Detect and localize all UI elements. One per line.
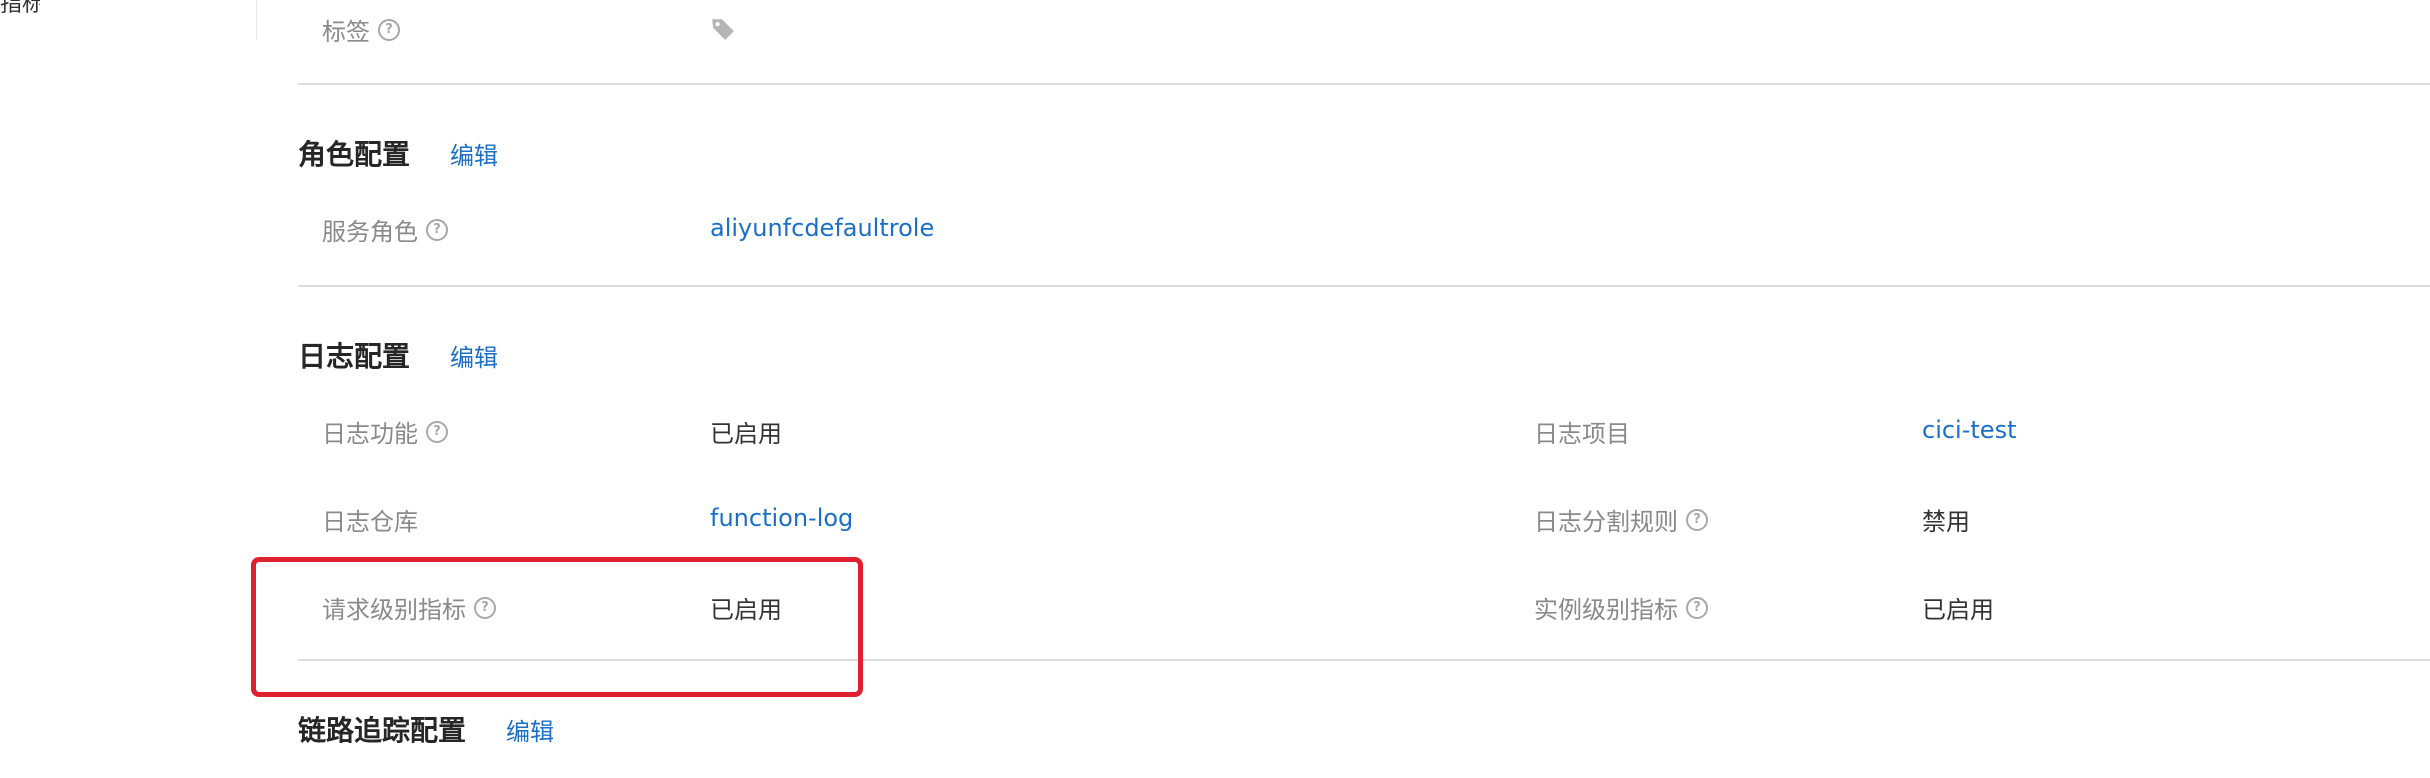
split-rule-label: 日志分割规则 [1534, 508, 1678, 536]
service-role-label: 服务角色 [322, 218, 418, 246]
service-role-link[interactable]: aliyunfcdefaultrole [710, 214, 934, 242]
log-config-edit-link[interactable]: 编辑 [450, 338, 498, 373]
log-project-link[interactable]: cici-test [1922, 416, 2016, 444]
log-feature-label-row: 日志功能 ? [322, 414, 448, 449]
log-feature-label: 日志功能 [322, 420, 418, 448]
log-config-title: 日志配置 [298, 340, 411, 373]
log-feature-value: 已启用 [710, 420, 782, 448]
logstore-label-row: 日志仓库 [322, 502, 418, 537]
tags-label: 标签 [322, 18, 370, 46]
help-icon[interactable]: ? [426, 420, 448, 443]
instance-metrics-label: 实例级别指标 [1534, 596, 1678, 624]
section-divider [298, 285, 2430, 287]
role-config-edit-link[interactable]: 编辑 [450, 136, 498, 171]
help-icon[interactable]: ? [426, 218, 448, 241]
sidebar-item-metrics[interactable]: 指标 [0, 0, 40, 18]
function-config-page: 指标 标签 ? 角色配置 编辑 服务角色 ? aliyunfcdefaultro… [0, 0, 2430, 778]
help-icon[interactable]: ? [378, 18, 400, 41]
help-icon[interactable]: ? [1686, 596, 1708, 619]
role-config-title: 角色配置 [298, 138, 411, 171]
logstore-link[interactable]: function-log [710, 504, 853, 532]
log-project-label-row: 日志项目 [1534, 414, 1630, 449]
service-role-label-row: 服务角色 ? [322, 212, 448, 247]
tracing-config-title: 链路追踪配置 [298, 714, 467, 747]
log-project-label: 日志项目 [1534, 420, 1630, 448]
instance-metrics-value: 已启用 [1922, 596, 1994, 624]
section-divider [298, 83, 2430, 85]
split-rule-label-row: 日志分割规则 ? [1534, 502, 1708, 537]
highlight-box [251, 557, 863, 697]
tags-label-row: 标签 ? [322, 12, 400, 47]
logstore-label: 日志仓库 [322, 508, 418, 536]
tracing-config-edit-link[interactable]: 编辑 [506, 712, 554, 747]
split-rule-value: 禁用 [1922, 508, 1970, 536]
help-icon[interactable]: ? [1686, 508, 1708, 531]
sidebar-divider [256, 0, 257, 40]
instance-metrics-label-row: 实例级别指标 ? [1534, 590, 1708, 625]
tag-icon[interactable] [710, 16, 736, 42]
